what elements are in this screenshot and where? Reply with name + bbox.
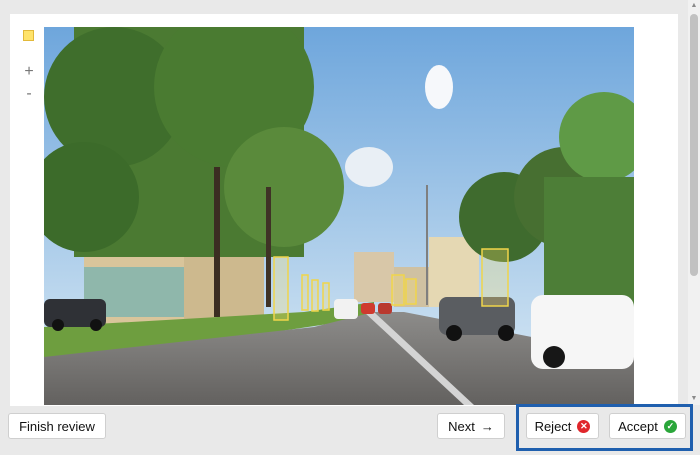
finish-review-label: Finish review bbox=[19, 418, 95, 434]
reject-label: Reject bbox=[534, 418, 572, 434]
accept-label: Accept bbox=[618, 418, 658, 434]
street-photo-canvas[interactable] bbox=[44, 27, 634, 405]
zoom-in-button[interactable]: + bbox=[21, 64, 37, 80]
bounding-box-tool-icon[interactable] bbox=[23, 30, 34, 41]
accept-icon: ✓ bbox=[663, 419, 677, 433]
vertical-scrollbar[interactable]: ▲ ▼ bbox=[688, 0, 700, 405]
next-button[interactable]: Next → bbox=[437, 413, 505, 439]
annotation-toolbar: + - bbox=[18, 26, 42, 106]
reject-button[interactable]: Reject ✕ bbox=[526, 413, 599, 439]
next-label: Next bbox=[448, 418, 475, 434]
finish-review-button[interactable]: Finish review bbox=[8, 413, 106, 439]
accept-button[interactable]: Accept ✓ bbox=[609, 413, 686, 439]
scroll-up-icon[interactable]: ▲ bbox=[688, 0, 700, 12]
next-arrow-icon: → bbox=[480, 418, 494, 434]
zoom-out-button[interactable]: - bbox=[21, 86, 37, 102]
reject-icon: ✕ bbox=[577, 419, 591, 433]
scrollbar-thumb[interactable] bbox=[690, 14, 698, 276]
